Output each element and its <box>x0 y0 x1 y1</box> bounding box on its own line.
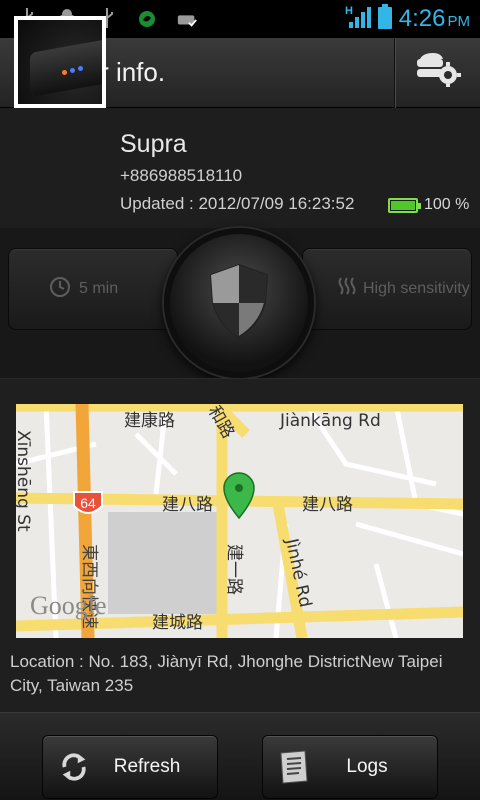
location-address: Location : No. 183, Jiànyī Rd, Jhonghe D… <box>10 652 443 695</box>
highway-number: 64 <box>80 495 96 511</box>
guard-toggle-button[interactable] <box>164 228 314 378</box>
device-thumbnail <box>14 16 106 108</box>
app-notification-icon <box>136 8 158 30</box>
battery-indicator: 100 % <box>388 196 469 214</box>
settings-button[interactable] <box>394 37 480 108</box>
device-phone: +886988518110 <box>120 166 243 185</box>
interval-setting[interactable]: 5 min <box>8 248 178 330</box>
battery-percent: 100 % <box>424 196 470 213</box>
settings-cloud-gear-icon <box>415 53 461 92</box>
refresh-icon <box>43 749 91 785</box>
bottom-bar: Refresh Logs <box>0 712 480 800</box>
street-label: 建城路 <box>152 613 203 633</box>
clock-ampm: PM <box>447 13 471 30</box>
street-label: 建八路 <box>162 495 213 515</box>
logs-label: Logs <box>346 756 388 777</box>
street-label: 建康路 <box>124 411 175 431</box>
updated-timestamp: Updated : 2012/07/09 16:23:52 <box>120 194 355 213</box>
vibration-icon <box>337 276 357 303</box>
clock-icon <box>49 276 71 303</box>
refresh-button[interactable]: Refresh <box>42 735 218 799</box>
sync-icon <box>176 8 198 30</box>
device-name: Supra <box>120 130 187 158</box>
sensitivity-setting[interactable]: High sensitivity <box>302 248 472 330</box>
street-label: 建一路 <box>224 544 244 595</box>
network-type-label: H <box>345 5 353 17</box>
clock-time: 4:26 <box>398 5 446 32</box>
battery-icon <box>388 197 421 213</box>
shield-icon <box>207 263 271 344</box>
battery-status-icon <box>377 3 393 35</box>
clock: 4:26 PM <box>399 5 470 33</box>
interval-label: 5 min <box>79 280 119 297</box>
signal-icon: H <box>345 4 371 35</box>
street-label: Xīnshēng St <box>16 430 33 532</box>
logs-icon <box>263 749 311 785</box>
sensitivity-label: High sensitivity <box>363 280 470 297</box>
map-attribution: Google <box>30 591 107 620</box>
street-label: 建八路 <box>302 495 353 515</box>
map-view[interactable]: 建康路 Jiànkāng Rd 建八路 建八路 建城路 建一路 Jìnhé Rd… <box>16 404 463 638</box>
refresh-label: Refresh <box>113 756 181 777</box>
control-strip: 5 min High sensitivity <box>0 228 480 378</box>
logs-button[interactable]: Logs <box>262 735 438 799</box>
street-label: Jiànkāng Rd <box>279 411 381 431</box>
highway-shield-icon: 64 <box>73 491 103 514</box>
